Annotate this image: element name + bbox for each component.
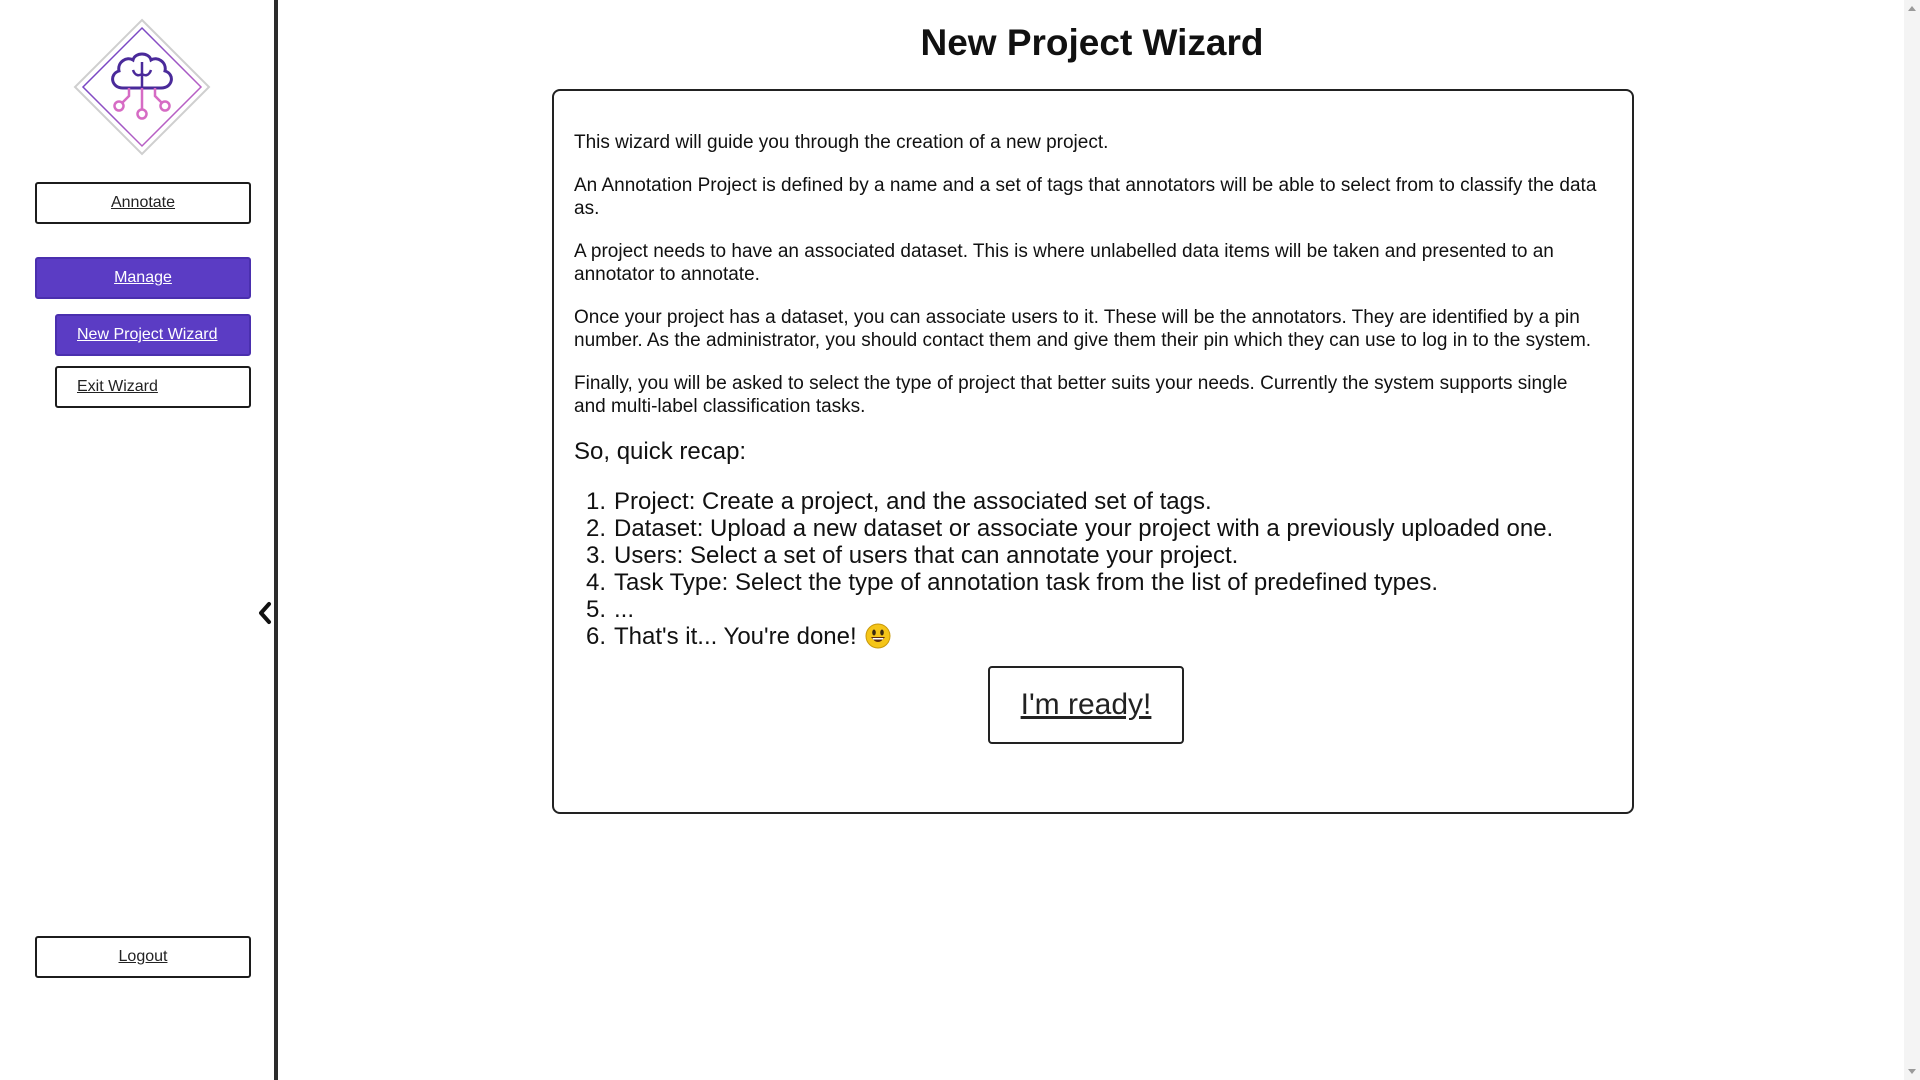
chevron-left-icon bbox=[257, 601, 273, 630]
intro-paragraph: A project needs to have an associated da… bbox=[574, 241, 1554, 285]
list-item-number: 1. bbox=[586, 488, 607, 515]
list-item: 5.... bbox=[586, 596, 1598, 623]
intro-paragraph: Finally, you will be asked to select the… bbox=[574, 373, 1568, 417]
new-project-wizard-button[interactable]: New Project Wizard bbox=[55, 314, 251, 356]
intro-paragraph: Once your project has a dataset, you can… bbox=[574, 307, 1592, 351]
list-item: 1. Project: Create a project, and the ass… bbox=[586, 488, 1598, 515]
ready-button-wrap: I'm ready! bbox=[574, 666, 1598, 744]
logout-button[interactable]: Logout bbox=[35, 936, 251, 978]
scroll-down-arrow-icon[interactable] bbox=[1908, 1069, 1916, 1074]
im-ready-button[interactable]: I'm ready! bbox=[988, 666, 1184, 744]
wizard-panel: This wizard will guide you through the c… bbox=[552, 89, 1634, 814]
annotate-button[interactable]: Annotate bbox=[35, 182, 251, 224]
list-item-text: Dataset: Upload a new dataset or associa… bbox=[614, 515, 1554, 542]
intro-paragraph: This wizard will guide you through the c… bbox=[574, 132, 1109, 153]
list-item-number: 2. bbox=[586, 515, 607, 542]
scroll-up-arrow-icon[interactable] bbox=[1908, 6, 1916, 11]
list-item-text: Task Type: Select the type of annotation… bbox=[614, 569, 1439, 596]
list-item-text: That's it... You're done! bbox=[614, 623, 857, 650]
brain-circuit-logo bbox=[73, 18, 211, 156]
list-item: 2. Dataset: Upload a new dataset or assoc… bbox=[586, 515, 1598, 542]
page-title: New Project Wizard bbox=[920, 22, 1264, 63]
list-item-text: ... bbox=[614, 596, 635, 623]
wizard-intro: This wizard will guide you through the c… bbox=[574, 131, 1598, 418]
list-item-number: 4. bbox=[586, 569, 607, 596]
list-item: 4. Task Type: Select the type of annotati… bbox=[586, 569, 1598, 596]
exit-wizard-button[interactable]: Exit Wizard bbox=[55, 366, 251, 408]
list-item-number: 6. bbox=[586, 623, 607, 650]
intro-paragraph: An Annotation Project is defined by a na… bbox=[574, 175, 1597, 219]
recap-heading: So, quick recap: bbox=[574, 438, 747, 465]
page-scrollbar[interactable] bbox=[1904, 0, 1920, 1080]
manage-button[interactable]: Manage bbox=[35, 257, 251, 299]
list-item-text: Project: Create a project, and the assoc… bbox=[614, 488, 1212, 515]
list-item-text: Users: Select a set of users that can an… bbox=[614, 542, 1239, 569]
sidebar-collapse-toggle[interactable] bbox=[254, 600, 276, 630]
recap-list: 1. Project: Create a project, and the ass… bbox=[574, 488, 1598, 650]
list-item-number: 5. bbox=[586, 596, 607, 623]
smiley-emoji-icon bbox=[865, 623, 891, 649]
sidebar: Annotate Manage New Project Wizard Exit … bbox=[0, 0, 278, 1080]
list-item: 6. That's it... You're done! bbox=[586, 623, 1598, 650]
list-item-number: 3. bbox=[586, 542, 607, 569]
list-item: 3. Users: Select a set of users that can … bbox=[586, 542, 1598, 569]
